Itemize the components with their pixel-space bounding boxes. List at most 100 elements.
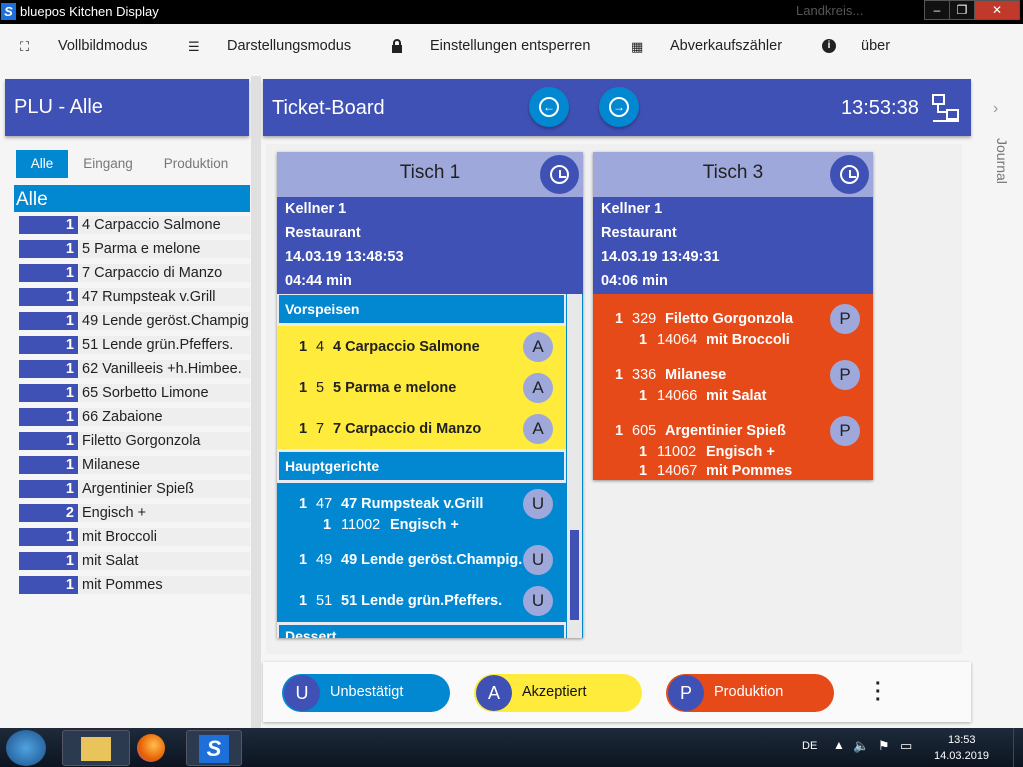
- panel-separator[interactable]: [251, 76, 261, 728]
- legend-production[interactable]: P Produktion: [666, 674, 834, 712]
- legend-badge: P: [668, 675, 704, 711]
- legend-unconfirmed[interactable]: U Unbestätigt: [282, 674, 450, 712]
- status-badge[interactable]: A: [523, 373, 553, 403]
- bluepos-taskbar-button[interactable]: S: [186, 730, 242, 766]
- close-button[interactable]: ✕: [974, 0, 1020, 20]
- legend-accepted[interactable]: A Akzeptiert: [474, 674, 642, 712]
- tab-eingang[interactable]: Eingang: [72, 150, 144, 178]
- status-badge[interactable]: U: [523, 586, 553, 616]
- history-button[interactable]: [830, 155, 869, 194]
- order-item[interactable]: 1 605 Argentinier Spieß P 1 11002 Engisc…: [593, 410, 873, 480]
- taskbar-time[interactable]: 13:53: [948, 734, 976, 746]
- plu-qty: 1: [19, 528, 78, 546]
- plu-name: 4 Carpaccio Salmone: [79, 216, 250, 234]
- network-tray-icon[interactable]: ▭: [900, 738, 912, 754]
- flag-icon[interactable]: ⚑: [878, 738, 890, 754]
- item-plu: 5: [316, 380, 325, 396]
- ticket-card[interactable]: Tisch 1 Kellner 1 Restaurant 14.03.19 13…: [277, 152, 583, 638]
- fullscreen-icon[interactable]: ⛶: [20, 39, 29, 55]
- plu-row[interactable]: 1 51 Lende grün.Pfeffers.: [16, 333, 250, 357]
- plu-name: Argentinier Spieß: [79, 480, 250, 498]
- section-items: 1 4 4 Carpaccio Salmone A 1 5 5 Parma e …: [277, 326, 566, 449]
- status-badge[interactable]: U: [523, 545, 553, 575]
- item-qty: 1: [615, 311, 624, 327]
- menu-sales-counter[interactable]: Abverkaufszähler: [670, 38, 782, 54]
- start-button[interactable]: [6, 730, 46, 766]
- file-explorer-taskbar-button[interactable]: [62, 730, 130, 766]
- status-badge[interactable]: A: [523, 414, 553, 444]
- plu-row[interactable]: 1 66 Zabaione: [16, 405, 250, 429]
- bluepos-icon: S: [199, 735, 229, 763]
- plu-row[interactable]: 1 Argentinier Spieß: [16, 477, 250, 501]
- plu-qty: 1: [19, 360, 78, 378]
- modifier-name: Engisch +: [706, 444, 775, 460]
- modifier-qty: 1: [639, 332, 648, 348]
- plu-row[interactable]: 1 mit Pommes: [16, 573, 250, 597]
- network-icon[interactable]: [931, 93, 961, 123]
- plu-qty: 1: [19, 576, 78, 594]
- clock: 13:53:38: [841, 97, 919, 119]
- plu-name: Milanese: [79, 456, 250, 474]
- plu-row[interactable]: 1 mit Salat: [16, 549, 250, 573]
- plu-row[interactable]: 2 Engisch +: [16, 501, 250, 525]
- menu-fullscreen[interactable]: Vollbildmodus: [58, 38, 147, 54]
- maximize-button[interactable]: ❐: [949, 0, 975, 20]
- plu-row[interactable]: 17 Carpaccio di Manzo: [16, 261, 250, 285]
- item-plu: 51: [316, 593, 333, 609]
- firefox-taskbar-button[interactable]: [132, 730, 170, 766]
- order-item[interactable]: 1 7 7 Carpaccio di Manzo A: [277, 408, 566, 449]
- plu-name: 65 Sorbetto Limone: [79, 384, 250, 402]
- plu-row[interactable]: 1 49 Lende geröst.Champig: [16, 309, 250, 333]
- scrollbar-thumb[interactable]: [570, 530, 579, 620]
- menu-about[interactable]: über: [861, 38, 890, 54]
- tray-chevron-icon[interactable]: ▲: [833, 738, 845, 752]
- menu-unlock-settings[interactable]: Einstellungen entsperren: [430, 38, 590, 54]
- next-page-button[interactable]: →: [599, 87, 639, 127]
- plu-row[interactable]: 1 62 Vanilleeis +h.Himbee.: [16, 357, 250, 381]
- order-item[interactable]: 1 336 Milanese P 1 14066 mit Salat: [593, 354, 873, 410]
- volume-icon[interactable]: 🔈: [853, 738, 869, 754]
- show-desktop-button[interactable]: [1013, 728, 1023, 767]
- chevron-right-icon[interactable]: ›: [993, 100, 998, 118]
- order-item[interactable]: 1 5 5 Parma e melone A: [277, 367, 566, 408]
- info-icon[interactable]: i: [822, 39, 836, 53]
- ticket-card[interactable]: Tisch 3 Kellner 1 Restaurant 14.03.19 13…: [593, 152, 873, 480]
- status-badge[interactable]: P: [830, 304, 860, 334]
- taskbar-date[interactable]: 14.03.2019: [934, 750, 989, 762]
- plu-row[interactable]: 1 Milanese: [16, 453, 250, 477]
- modifier-name: mit Pommes: [706, 463, 793, 479]
- plu-group-header[interactable]: Alle: [14, 185, 250, 212]
- status-badge[interactable]: P: [830, 360, 860, 390]
- minimize-button[interactable]: –: [924, 0, 950, 20]
- journal-tab[interactable]: Journal: [990, 138, 1010, 184]
- ticket-area: Restaurant: [285, 225, 361, 241]
- plu-name: 51 Lende grün.Pfeffers.: [79, 336, 250, 354]
- order-item[interactable]: 1 47 47 Rumpsteak v.Grill U 1 11002 Engi…: [277, 483, 566, 539]
- menu-display-mode[interactable]: Darstellungsmodus: [227, 38, 351, 54]
- tab-alle[interactable]: Alle: [16, 150, 68, 178]
- history-button[interactable]: [540, 155, 579, 194]
- plu-row[interactable]: 1 65 Sorbetto Limone: [16, 381, 250, 405]
- order-item[interactable]: 1 4 4 Carpaccio Salmone A: [277, 326, 566, 367]
- order-item[interactable]: 1 51 51 Lende grün.Pfeffers. U: [277, 580, 566, 621]
- tab-produktion[interactable]: Produktion: [150, 150, 242, 178]
- status-badge[interactable]: P: [830, 416, 860, 446]
- plu-row[interactable]: 1 Filetto Gorgonzola: [16, 429, 250, 453]
- previous-page-button[interactable]: ←: [529, 87, 569, 127]
- lock-icon[interactable]: [391, 39, 403, 56]
- order-item[interactable]: 1 329 Filetto Gorgonzola P 1 14064 mit B…: [593, 298, 873, 354]
- more-vertical-icon[interactable]: · · ·: [875, 674, 882, 710]
- language-indicator[interactable]: DE: [802, 740, 817, 752]
- plu-row[interactable]: 14 Carpaccio Salmone: [16, 213, 250, 237]
- plu-row[interactable]: 1 47 Rumpsteak v.Grill: [16, 285, 250, 309]
- list-icon[interactable]: ☰: [188, 39, 200, 55]
- counter-icon[interactable]: ▦: [631, 39, 643, 55]
- plu-qty: 1: [19, 336, 78, 354]
- item-qty: 1: [299, 421, 308, 437]
- ticket-scrollbar[interactable]: [567, 294, 582, 638]
- order-item[interactable]: 1 49 49 Lende geröst.Champig. U: [277, 539, 566, 580]
- status-badge[interactable]: A: [523, 332, 553, 362]
- plu-row[interactable]: 15 Parma e melone: [16, 237, 250, 261]
- plu-row[interactable]: 1 mit Broccoli: [16, 525, 250, 549]
- status-badge[interactable]: U: [523, 489, 553, 519]
